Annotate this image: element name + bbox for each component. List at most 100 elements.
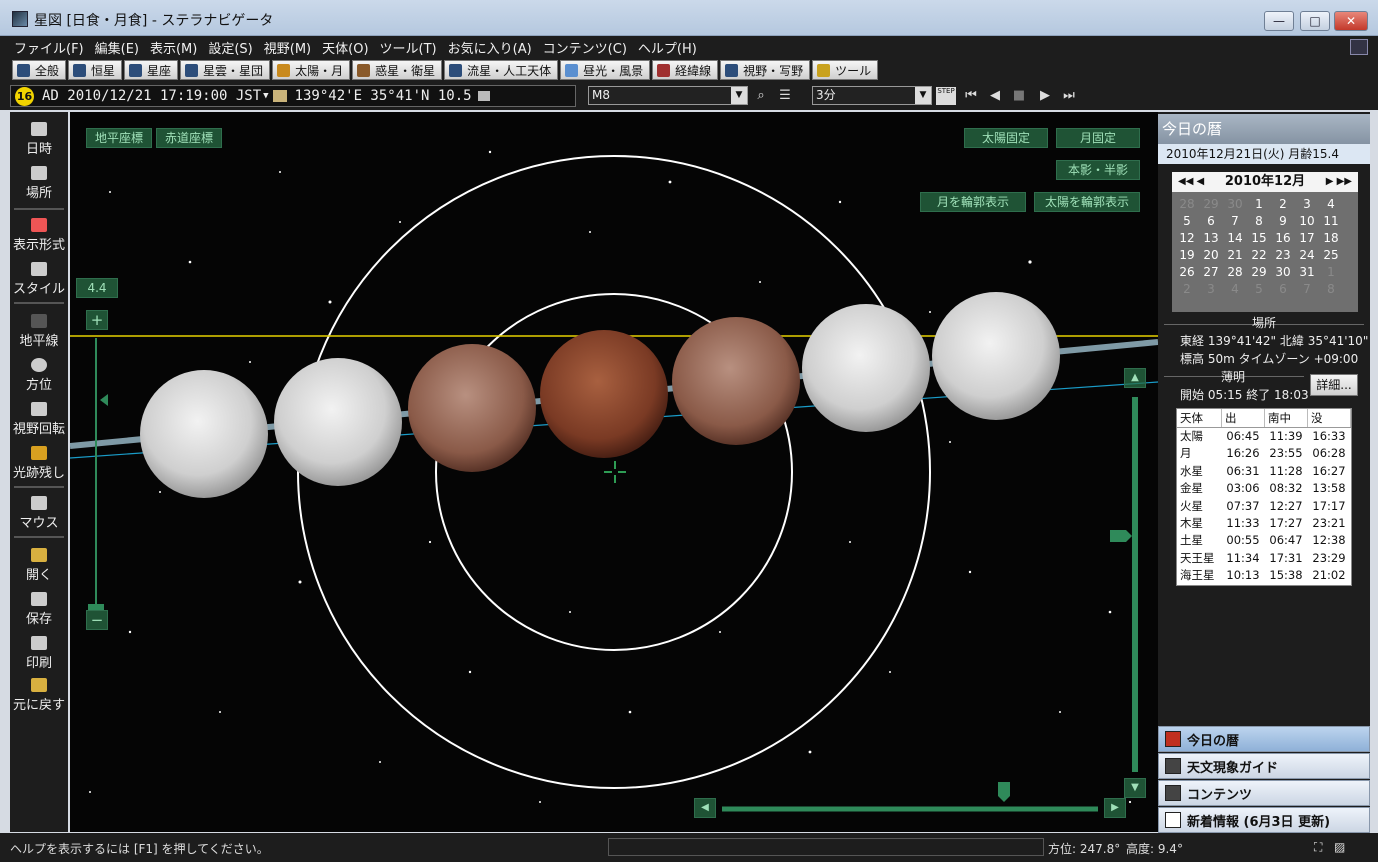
calendar-day[interactable]: 12 — [1176, 230, 1198, 246]
tab-news[interactable]: 新着情報 (6月3日 更新) — [1158, 807, 1370, 833]
sun-outline-button[interactable]: 太陽を輪郭表示 — [1034, 192, 1140, 212]
keyboard-icon[interactable] — [477, 91, 490, 101]
menu-favorites[interactable]: お気に入り(A) — [448, 38, 532, 57]
lp-horizon[interactable]: 地平線 — [10, 314, 68, 349]
lp-datetime[interactable]: 日時 — [10, 122, 68, 157]
calendar-day[interactable]: 2 — [1272, 196, 1294, 212]
step-select[interactable]: 3分 ▼ — [812, 86, 932, 105]
tab-meteors[interactable]: 流星・人工天体 — [444, 60, 559, 80]
calendar-day[interactable]: 24 — [1296, 247, 1318, 263]
calendar-day[interactable]: 10 — [1296, 213, 1318, 229]
calendar-day[interactable]: 25 — [1320, 247, 1342, 263]
maximize-button[interactable]: □ — [1300, 11, 1330, 31]
zoom-out-button[interactable]: − — [86, 610, 108, 630]
calendar-day[interactable]: 19 — [1176, 247, 1198, 263]
first-frame-icon[interactable]: ⏮ — [962, 87, 980, 105]
calendar-next-icon[interactable]: ▶ ▶▶ — [1326, 172, 1352, 192]
equatorial-coords-button[interactable]: 赤道座標 — [156, 128, 222, 148]
datetime-text[interactable]: AD 2010/12/21 17:19:00 JST — [42, 88, 261, 104]
moon-outline-button[interactable]: 月を輪郭表示 — [920, 192, 1026, 212]
calendar-day[interactable]: 16 — [1272, 230, 1294, 246]
datetime-location-field[interactable]: 16 AD 2010/12/21 17:19:00 JST ▼ 139°42'E… — [10, 85, 576, 107]
calendar-day[interactable]: 9 — [1272, 213, 1294, 229]
location-text[interactable]: 139°42'E 35°41'N 10.5 — [295, 88, 472, 104]
calendar-day[interactable]: 23 — [1272, 247, 1294, 263]
step-back-icon[interactable]: ◀ — [986, 87, 1004, 105]
tab-nebula[interactable]: 星雲・星団 — [180, 60, 271, 80]
moon-phase-7[interactable] — [932, 292, 1060, 420]
lp-save[interactable]: 保存 — [10, 592, 68, 627]
chevron-down-icon[interactable]: ▼ — [263, 91, 268, 101]
moon-fixed-button[interactable]: 月固定 — [1056, 128, 1140, 148]
lp-place[interactable]: 場所 — [10, 166, 68, 201]
lp-display-format[interactable]: 表示形式 — [10, 218, 68, 253]
calendar-day[interactable]: 26 — [1176, 264, 1198, 280]
scroll-down-icon[interactable]: ▼ — [1124, 778, 1146, 798]
menu-tools[interactable]: ツール(T) — [380, 38, 437, 57]
calendar-day[interactable]: 3 — [1200, 281, 1222, 297]
calendar-day[interactable]: 30 — [1224, 196, 1246, 212]
menu-objects[interactable]: 天体(O) — [322, 38, 368, 57]
time-slider-thumb[interactable] — [998, 782, 1010, 802]
horizontal-coords-button[interactable]: 地平座標 — [86, 128, 152, 148]
sky-view[interactable]: 地平座標 赤道座標 太陽固定 月固定 本影・半影 月を輪郭表示 太陽を輪郭表示 … — [70, 112, 1158, 832]
calendar-day[interactable]: 6 — [1272, 281, 1294, 297]
scroll-left-icon[interactable]: ◀ — [694, 798, 716, 818]
menu-edit[interactable]: 編集(E) — [95, 38, 139, 57]
calendar-day[interactable]: 4 — [1224, 281, 1246, 297]
step-icon[interactable]: STEP — [936, 87, 956, 105]
sky-canvas[interactable] — [70, 112, 1158, 832]
calendar-day[interactable]: 2 — [1176, 281, 1198, 297]
tab-stars[interactable]: 恒星 — [68, 60, 123, 80]
calendar-day[interactable]: 29 — [1200, 196, 1222, 212]
umbra-penumbra-button[interactable]: 本影・半影 — [1056, 160, 1140, 180]
menu-field[interactable]: 視野(M) — [264, 38, 311, 57]
calendar-day[interactable]: 17 — [1296, 230, 1318, 246]
last-frame-icon[interactable]: ⏭ — [1060, 87, 1078, 105]
fullscreen-icon[interactable]: ⛶ — [1314, 840, 1322, 855]
calendar-day[interactable]: 27 — [1200, 264, 1222, 280]
tab-grid[interactable]: 経緯線 — [652, 60, 719, 80]
detail-button[interactable]: 詳細... — [1310, 374, 1358, 396]
close-button[interactable]: ✕ — [1334, 11, 1368, 31]
moon-phase-3[interactable] — [408, 344, 536, 472]
lp-open[interactable]: 開く — [10, 548, 68, 583]
lp-mouse[interactable]: マウス — [10, 496, 68, 531]
vertical-scroll-thumb[interactable] — [1110, 530, 1132, 542]
calendar-day[interactable]: 14 — [1224, 230, 1246, 246]
tab-general[interactable]: 全般 — [12, 60, 67, 80]
minimize-button[interactable]: — — [1264, 11, 1294, 31]
moon-phase-4[interactable] — [540, 330, 668, 458]
tab-today-calendar[interactable]: 今日の暦 — [1158, 726, 1370, 752]
calendar-day[interactable]: 21 — [1224, 247, 1246, 263]
calendar-day[interactable]: 30 — [1272, 264, 1294, 280]
calendar-day[interactable]: 5 — [1176, 213, 1198, 229]
calendar-day[interactable]: 8 — [1248, 213, 1270, 229]
calendar-day[interactable]: 18 — [1320, 230, 1342, 246]
calendar-day[interactable]: 3 — [1296, 196, 1318, 212]
moon-phase-6[interactable] — [802, 304, 930, 432]
sun-fixed-button[interactable]: 太陽固定 — [964, 128, 1048, 148]
calendar-day[interactable]: 28 — [1176, 196, 1198, 212]
menu-file[interactable]: ファイル(F) — [14, 38, 84, 57]
scroll-up-icon[interactable]: ▲ — [1124, 368, 1146, 388]
list-icon[interactable]: ☰ — [776, 87, 794, 105]
calendar-day[interactable]: 11 — [1320, 213, 1342, 229]
moon-phase-1[interactable] — [140, 370, 268, 498]
calendar-day[interactable]: 5 — [1248, 281, 1270, 297]
lp-print[interactable]: 印刷 — [10, 636, 68, 671]
panel-toggle-icon[interactable] — [1350, 39, 1368, 55]
tab-contents[interactable]: コンテンツ — [1158, 780, 1370, 806]
scroll-right-icon[interactable]: ▶ — [1104, 798, 1126, 818]
calendar-day[interactable]: 13 — [1200, 230, 1222, 246]
lp-undo[interactable]: 元に戻す — [10, 678, 68, 713]
tab-sun-moon[interactable]: 太陽・月 — [272, 60, 351, 80]
menu-contents[interactable]: コンテンツ(C) — [543, 38, 627, 57]
chevron-down-icon[interactable]: ▼ — [731, 87, 747, 104]
lp-style[interactable]: スタイル — [10, 262, 68, 297]
search-icon[interactable]: ⌕ — [752, 87, 770, 105]
lp-rotate[interactable]: 視野回転 — [10, 402, 68, 437]
calendar-day[interactable]: 15 — [1248, 230, 1270, 246]
moon-phase-2[interactable] — [274, 358, 402, 486]
calendar-day[interactable]: 7 — [1296, 281, 1318, 297]
